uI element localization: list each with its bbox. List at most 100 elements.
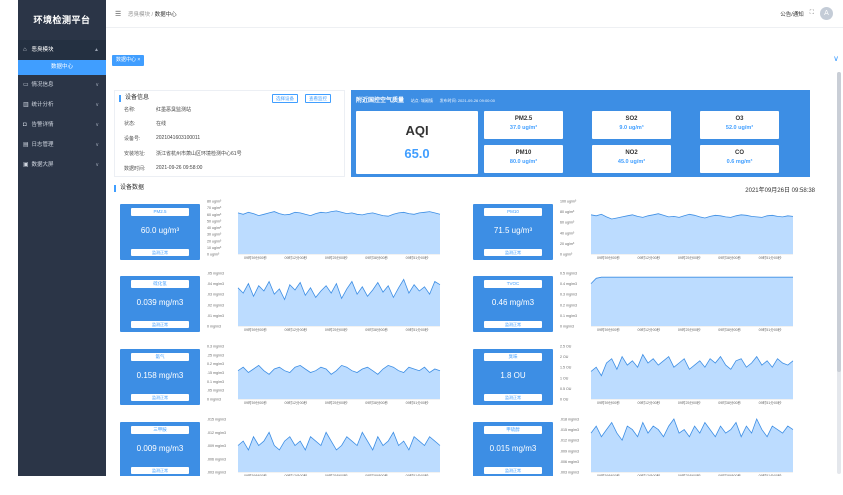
- sidebar-item-label: 告警详情: [31, 122, 54, 128]
- breadcrumb-item[interactable]: 恶臭模块: [128, 12, 150, 18]
- x-tick-label: 09时25分00秒: [325, 473, 348, 476]
- sidebar-item-big-screen[interactable]: ▣ 数据大屏 ∨: [18, 155, 106, 175]
- metric-panel: 硫化氢 0.039 mg/m3 监测正常 .05 mg/m3 .04 mg/m3 .03 …: [114, 270, 444, 338]
- document-icon: ▤: [23, 142, 29, 148]
- metric-card: 硫化氢 0.039 mg/m3 监测正常: [120, 276, 200, 332]
- select-device-button[interactable]: 选择设备: [272, 94, 298, 103]
- y-tick-label: .04 mg/m3: [207, 282, 224, 286]
- y-tick-label: 20 ug/m³: [207, 239, 222, 243]
- sidebar: 环境检测平台 ⌂ 恶臭模块 ▲ 数据中心 ▭ 情况信息 ∨ ▥ 统计分析 ∨ ◘…: [18, 0, 106, 476]
- metric-chart: 0.3 mg/m3 .25 mg/m3 0.2 mg/m3 .15 mg/m3 0.1 …: [206, 343, 444, 409]
- y-tick-label: 60 ug/m³: [560, 221, 575, 225]
- metric-card: TVOC 0.46 mg/m3 监测正常: [473, 276, 553, 332]
- pollutant-value: 37.0 ug/m³: [509, 125, 538, 131]
- info-row-address: 安装地址: 浙江省杭州市萧山区环境检测中心61号: [124, 151, 242, 157]
- metric-panel: PM2.5 60.0 ug/m³ 监测正常 80 ug/m³ 70 ug/m³ 60 ug…: [114, 198, 444, 266]
- x-tick-label: 09时51分00秒: [759, 255, 782, 260]
- y-tick-label: 2 OU: [560, 355, 569, 359]
- sidebar-item-statistics[interactable]: ▥ 统计分析 ∨: [18, 95, 106, 115]
- metric-status: 监测正常: [484, 394, 542, 401]
- y-tick-label: .015 mg/m3: [207, 418, 226, 422]
- x-tick-label: 09时38分00秒: [718, 255, 741, 260]
- x-tick-label: 09时59分00秒: [244, 473, 267, 476]
- x-tick-label: 09时12分00秒: [284, 400, 307, 405]
- metric-panel: 氨气 0.158 mg/m3 监测正常 0.3 mg/m3 .25 mg/m3 0.2 m…: [114, 343, 444, 411]
- pollutant-value: 45.0 ug/m³: [617, 159, 646, 165]
- metric-value: 71.5 ug/m³: [493, 226, 533, 235]
- series-area: [238, 279, 440, 326]
- air-quality-title: 附近国控空气质量: [356, 98, 405, 104]
- x-tick-label: 09时12分00秒: [284, 255, 307, 260]
- x-tick-label: 09时12分00秒: [637, 400, 660, 405]
- y-tick-label: 20 ug/m³: [560, 242, 575, 246]
- y-tick-label: .009 mg/m3: [560, 449, 579, 453]
- tab-close-icon[interactable]: ×: [137, 57, 140, 63]
- chevron-down-icon[interactable]: ∨: [833, 54, 839, 63]
- sidebar-item-alarms[interactable]: ◘ 告警详情 ∨: [18, 115, 106, 135]
- sidebar-item-label: 情况信息: [31, 82, 54, 88]
- pollutant-name: PM2.5: [514, 116, 533, 122]
- metric-name: 硫化氢: [131, 280, 189, 288]
- home-icon: ⌂: [23, 47, 27, 53]
- metric-card: 臭味 1.8 OU 监测正常: [473, 349, 553, 405]
- metric-chart: 0.5 mg/m3 0.4 mg/m3 0.3 mg/m3 0.2 mg/m3 0.1 …: [559, 270, 797, 336]
- tab-data-center[interactable]: 数据中心 ×: [112, 55, 145, 66]
- sidebar-item-odor-module[interactable]: ⌂ 恶臭模块 ▲: [18, 40, 106, 60]
- x-tick-label: 09时38分00秒: [365, 327, 388, 332]
- metric-name: PM10: [484, 208, 542, 216]
- pollutant-value: 0.6 mg/m³: [726, 159, 753, 165]
- metric-chart: .05 mg/m3 .04 mg/m3 .03 mg/m3 .02 mg/m3 .01 …: [206, 270, 444, 336]
- pollutant-name: SO2: [625, 116, 638, 122]
- y-tick-label: 50 ug/m³: [207, 219, 222, 223]
- y-tick-label: 80 ug/m³: [560, 210, 575, 214]
- metric-chart: .015 mg/m3 .012 mg/m3 .009 mg/m3 .006 mg/m3…: [206, 416, 444, 476]
- y-tick-label: 0 mg/m3: [560, 325, 574, 329]
- metric-panel: PM10 71.5 ug/m³ 监测正常 100 ug/m³ 80 ug/m³ 60 ug…: [467, 198, 797, 266]
- menu-toggle-icon[interactable]: ☰: [115, 10, 121, 18]
- y-tick-label: 0.2 mg/m3: [560, 303, 577, 307]
- pollutant-name: NO2: [625, 150, 638, 156]
- x-tick-label: 09时59分00秒: [244, 400, 267, 405]
- metric-name: PM2.5: [131, 208, 189, 216]
- scrollbar[interactable]: [836, 70, 842, 476]
- y-tick-label: 0 mg/m3: [207, 398, 221, 402]
- y-tick-label: 100 ug/m³: [560, 200, 577, 204]
- metric-value: 0.039 mg/m3: [136, 298, 184, 307]
- view-monitor-button[interactable]: 查看监控: [305, 94, 331, 103]
- metric-status: 监测正常: [131, 467, 189, 474]
- sidebar-item-status-info[interactable]: ▭ 情况信息 ∨: [18, 75, 106, 95]
- y-tick-label: .01 mg/m3: [207, 314, 224, 318]
- metric-status: 监测正常: [484, 467, 542, 474]
- aqi-value: 65.0: [404, 146, 430, 161]
- y-tick-label: .03 mg/m3: [207, 293, 224, 297]
- metric-chart: .018 mg/m3 .015 mg/m3 .012 mg/m3 .009 mg/m3…: [559, 416, 797, 476]
- chevron-down-icon: ∨: [95, 142, 99, 148]
- chevron-down-icon: ∨: [95, 122, 99, 128]
- fullscreen-icon[interactable]: ⛶: [810, 10, 814, 17]
- y-tick-label: .25 mg/m3: [207, 353, 224, 357]
- y-tick-label: 0 mg/m3: [207, 325, 221, 329]
- metric-card: 三甲胺 0.009 mg/m3 监测正常: [120, 422, 200, 476]
- bar-chart-icon: ▥: [23, 102, 29, 108]
- metric-value: 0.46 mg/m3: [491, 298, 535, 307]
- air-quality-station: 站点: 城厢镇: [410, 98, 433, 103]
- air-quality-publish-time: 发布时间: 2021-09-26 09:00:00: [439, 98, 495, 103]
- metric-value: 0.015 mg/m3: [489, 444, 537, 453]
- notice-link[interactable]: 公告/通知: [780, 10, 804, 18]
- pollutant-name: CO: [735, 150, 744, 156]
- x-tick-label: 09时38分00秒: [365, 400, 388, 405]
- y-tick-label: 10 ug/m³: [207, 246, 222, 250]
- x-tick-label: 09时51分00秒: [759, 327, 782, 332]
- chevron-down-icon: ∨: [95, 162, 99, 168]
- pollutant-name: PM10: [515, 150, 532, 156]
- sidebar-item-logs[interactable]: ▤ 日志管理 ∨: [18, 135, 106, 155]
- series-area: [591, 277, 793, 326]
- sidebar-item-data-center[interactable]: 数据中心: [18, 60, 106, 75]
- breadcrumb-current: 数据中心: [154, 12, 177, 18]
- pollutant-value: 9.0 ug/m³: [619, 125, 644, 131]
- x-tick-label: 09时59分00秒: [597, 255, 620, 260]
- y-tick-label: 40 ug/m³: [207, 226, 222, 230]
- avatar[interactable]: A: [820, 7, 833, 20]
- info-row-name: 名称: 红墨恶臭监测站: [124, 107, 192, 113]
- metric-chart: 80 ug/m³ 70 ug/m³ 60 ug/m³ 50 ug/m³ 40 ug/m³…: [206, 198, 444, 264]
